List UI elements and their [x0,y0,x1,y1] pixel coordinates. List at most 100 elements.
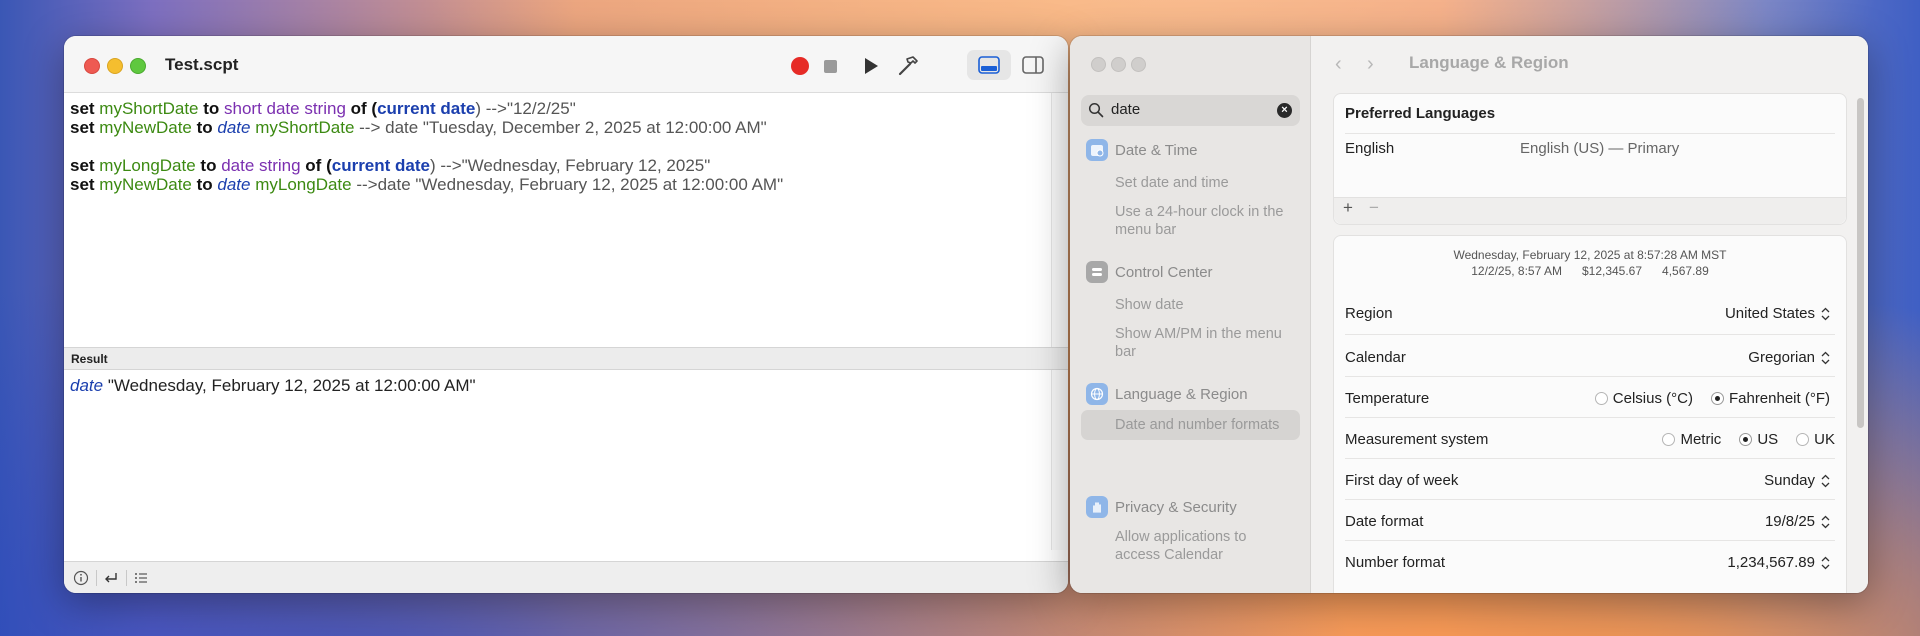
stepper-icon [1821,351,1830,364]
bottom-toolbar [64,561,1068,593]
editor-scrollbar[interactable] [1051,93,1068,347]
sidebar-item-control-center[interactable]: Control Center [1086,261,1213,283]
play-icon [865,58,878,74]
search-result-date-number-formats[interactable]: Date and number formats [1115,416,1295,434]
search-field[interactable]: date × [1081,95,1300,126]
search-result-show-date[interactable]: Show date [1115,296,1295,314]
stepper-icon [1821,474,1830,487]
content-scrollbar[interactable] [1857,98,1864,428]
temperature-radio-group: Celsius (°C) Fahrenheit (°F) [1577,390,1830,407]
calendar-popup[interactable]: Gregorian [1748,349,1830,366]
first-day-popup[interactable]: Sunday [1764,472,1830,489]
clear-search-icon[interactable]: × [1277,103,1292,118]
measurement-label: Measurement system [1345,431,1489,448]
search-result-show-ampm[interactable]: Show AM/PM in the menu bar [1115,325,1295,361]
radio-off-icon [1796,433,1810,446]
number-format-label: Number format [1345,554,1446,571]
radio-on-icon [1710,392,1724,405]
zoom-window-button[interactable] [130,58,146,74]
radio-off-icon [1662,433,1676,446]
stepper-icon [1821,515,1830,528]
control-center-icon [1086,261,1108,283]
date-format-popup[interactable]: 19/8/25 [1765,513,1830,530]
search-result-calendar-access[interactable]: Allow applications to access Calendar [1115,528,1295,564]
preferred-languages-card: Preferred Languages English English (US)… [1333,93,1847,225]
metric-radio[interactable]: Metric [1662,431,1721,448]
info-button[interactable] [70,568,92,588]
calendar-label: Calendar [1345,349,1406,366]
search-result-24-hour-clock[interactable]: Use a 24-hour clock in the menu bar [1115,203,1295,239]
first-day-label: First day of week [1345,472,1459,489]
settings-content: ‹ › Language & Region Preferred Language… [1311,36,1868,593]
code-line-1: set myShortDate to short date string of … [70,99,576,118]
remove-language-button[interactable]: − [1369,198,1379,218]
add-language-button[interactable]: + [1343,198,1353,218]
language-detail: English (US) — Primary [1520,140,1680,157]
script-editor-window: Test.scpt set myShortDate to short date … [64,36,1068,593]
window-title: Test.scpt [165,55,239,74]
globe-icon [1086,383,1108,405]
radio-on-icon [1739,433,1753,446]
temperature-label: Temperature [1345,390,1430,407]
stop-icon [823,59,837,73]
panel-bottom-icon [978,56,1000,74]
script-editor[interactable]: set myShortDate to short date string of … [64,93,1051,347]
measurement-radio-group: Metric US UK [1644,431,1835,448]
code-line-3: set myLongDate to date string of (curren… [70,156,711,175]
code-line-4: set myNewDate to date myLongDate -->date… [70,175,784,194]
list-icon [135,573,147,583]
hammer-icon [898,56,918,76]
formats-card: Wednesday, February 12, 2025 at 8:57:28 … [1333,235,1847,593]
panel-side-icon [1022,56,1044,74]
record-icon [791,57,809,75]
search-input[interactable]: date [1111,101,1140,118]
info-icon [73,570,89,586]
calendar-clock-icon [1086,139,1108,161]
preferred-languages-header: Preferred Languages [1345,105,1496,122]
system-settings-window: date × Date & Time Set date and time Use… [1070,36,1868,593]
search-icon [1088,102,1104,118]
stepper-icon [1821,307,1830,320]
sidebar-item-language-region[interactable]: Language & Region [1086,383,1248,405]
hand-icon [1086,496,1108,518]
compile-button[interactable] [894,52,922,80]
stepper-icon [1821,556,1830,569]
page-title: Language & Region [1409,53,1569,72]
show-bottom-pane-button[interactable] [967,50,1011,80]
run-button[interactable] [857,52,885,80]
show-side-pane-button[interactable] [1011,50,1055,80]
close-window-button[interactable] [84,58,100,74]
celsius-radio[interactable]: Celsius (°C) [1594,390,1693,407]
minimize-window-button[interactable] [1111,57,1126,72]
result-pane-header: Result [64,347,1068,370]
format-preview-line-1: Wednesday, February 12, 2025 at 8:57:28 … [1453,248,1727,262]
sidebar-item-privacy-security[interactable]: Privacy & Security [1086,496,1237,518]
date-format-label: Date format [1345,513,1424,530]
event-log-button[interactable] [130,568,152,588]
result-pane[interactable]: date "Wednesday, February 12, 2025 at 12… [64,370,1051,550]
region-popup[interactable]: United States [1725,305,1830,322]
back-chevron-icon[interactable]: ‹ [1335,53,1342,76]
radio-off-icon [1594,392,1608,405]
forward-chevron-icon[interactable]: › [1367,53,1374,76]
search-result-set-date-time[interactable]: Set date and time [1115,174,1295,192]
minimize-window-button[interactable] [107,58,123,74]
fahrenheit-radio[interactable]: Fahrenheit (°F) [1710,390,1830,407]
format-preview-line-2: 12/2/25, 8:57 AM $12,345.67 4,567.89 [1471,264,1709,278]
result-scrollbar[interactable] [1051,370,1068,550]
stop-button[interactable] [816,52,844,80]
us-radio[interactable]: US [1739,431,1778,448]
uk-radio[interactable]: UK [1796,431,1835,448]
close-window-button[interactable] [1091,57,1106,72]
settings-sidebar: date × Date & Time Set date and time Use… [1070,36,1311,593]
titlebar: Test.scpt [64,36,1068,93]
reply-arrow-icon [105,573,117,583]
reply-log-button[interactable] [100,568,122,588]
number-format-popup[interactable]: 1,234,567.89 [1727,554,1830,571]
code-line-2: set myNewDate to date myShortDate --> da… [70,118,767,137]
language-name[interactable]: English [1345,140,1394,157]
zoom-window-button[interactable] [1131,57,1146,72]
region-label: Region [1345,305,1393,322]
record-button[interactable] [786,52,814,80]
sidebar-item-date-time[interactable]: Date & Time [1086,139,1198,161]
